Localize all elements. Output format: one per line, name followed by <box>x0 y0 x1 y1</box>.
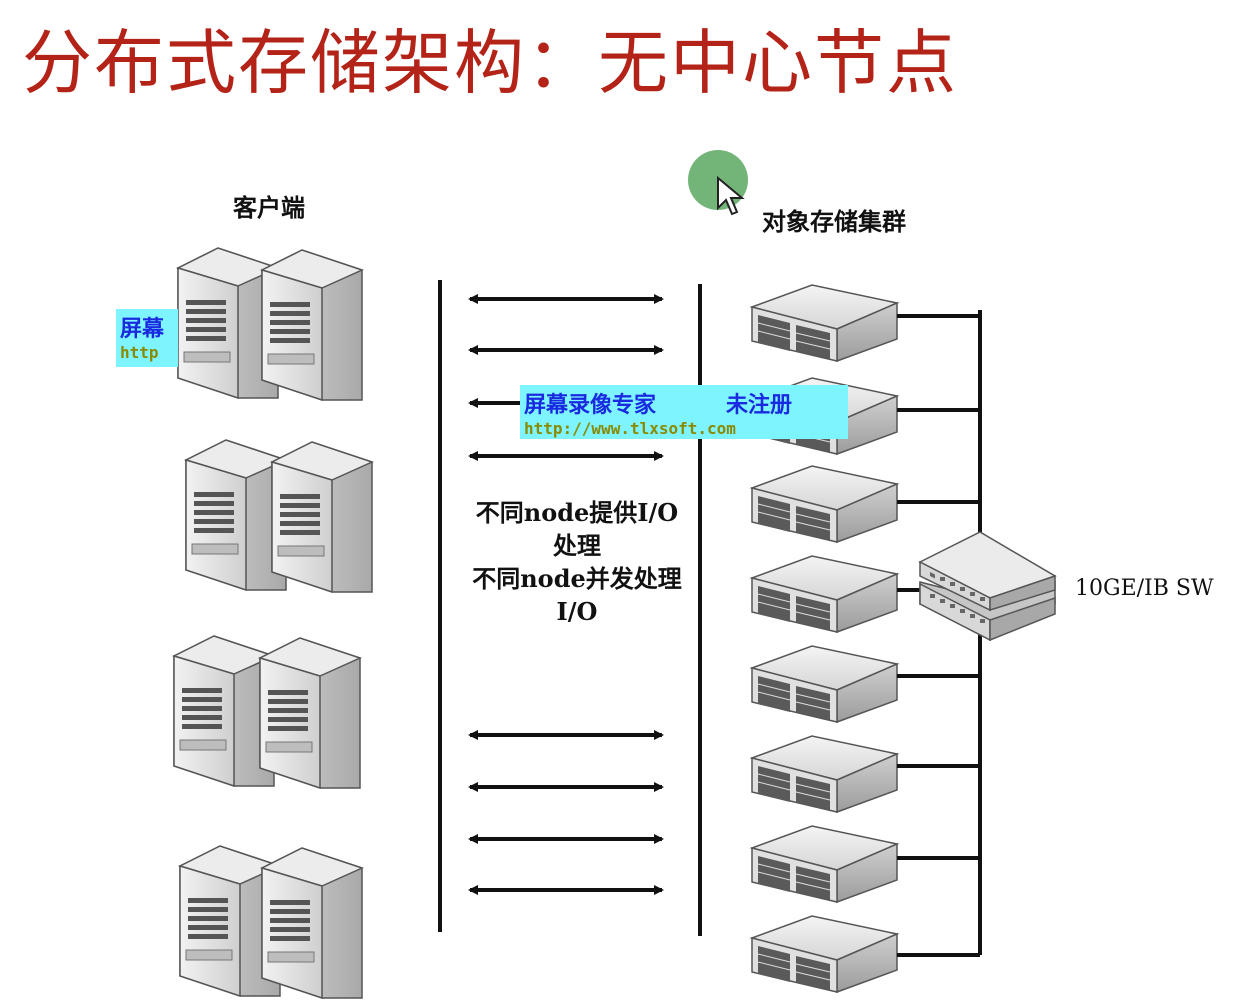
watermark-partial-url: http <box>120 343 159 362</box>
tower-server-icon <box>259 637 361 789</box>
network-switch-icon <box>918 531 1057 642</box>
mouse-cursor-icon <box>717 176 745 216</box>
watermark-partial: 屏幕 http <box>116 309 178 367</box>
watermark-partial-name: 屏幕 <box>120 317 165 342</box>
storage-node-icon <box>751 284 898 362</box>
watermark-name: 屏幕录像专家 <box>524 393 657 418</box>
storage-node-icon <box>751 915 898 993</box>
io-note: 不同node提供I/O 处理 不同node并发处理 I/O <box>452 496 702 628</box>
client-server-3 <box>173 635 361 789</box>
storage-node-icon <box>751 645 898 723</box>
tower-server-icon <box>261 847 363 999</box>
io-note-line: 处理 <box>553 531 601 560</box>
io-note-line: 不同node并发处理 <box>472 564 682 593</box>
tower-server-icon <box>185 439 287 591</box>
io-note-line: I/O <box>556 597 598 626</box>
watermark-url: http://www.tlxsoft.com <box>524 419 736 438</box>
client-server-4 <box>179 845 363 999</box>
storage-node-icon <box>751 465 898 543</box>
tower-server-icon <box>271 441 373 593</box>
tower-server-icon <box>261 249 363 401</box>
watermark: 屏幕录像专家 未注册 http://www.tlxsoft.com <box>520 385 848 439</box>
storage-node-icon <box>751 555 898 633</box>
client-server-1 <box>177 247 363 401</box>
storage-node-icon <box>751 825 898 903</box>
storage-node-icon <box>751 735 898 813</box>
io-note-line: 不同node提供I/O <box>475 498 679 527</box>
node-links <box>897 310 982 957</box>
watermark-status: 未注册 <box>726 393 793 418</box>
tower-server-icon <box>173 635 275 787</box>
client-server-2 <box>185 439 373 593</box>
